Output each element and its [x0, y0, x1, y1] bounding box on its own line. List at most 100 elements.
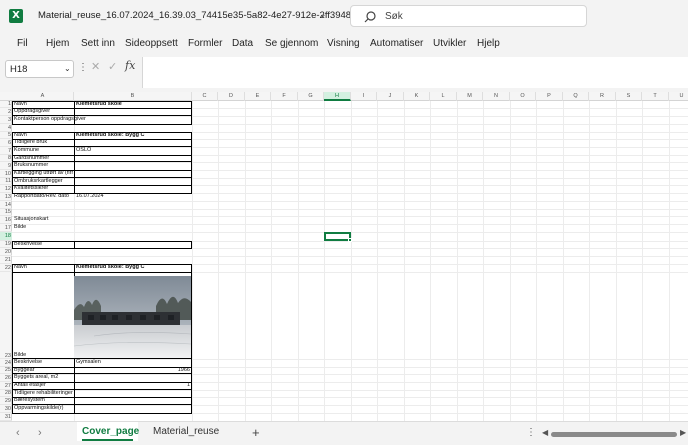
cell-a19[interactable]: Beskrivelse — [14, 241, 73, 248]
column-header[interactable]: N — [483, 92, 510, 101]
row-header[interactable]: 29 — [0, 397, 12, 405]
cell-b27[interactable]: 1 — [76, 382, 190, 389]
row-header[interactable]: 14 — [0, 201, 12, 209]
cell-b7[interactable]: OSLO — [76, 147, 190, 154]
column-header[interactable]: M — [457, 92, 483, 101]
row-header[interactable]: 7 — [0, 147, 12, 155]
cell-a1[interactable]: Navn — [14, 101, 73, 108]
cell-b24[interactable]: Gymsalen — [76, 359, 190, 366]
cell-a28[interactable]: Tidligere rehabiliteringer, år — [14, 390, 73, 397]
more-options-icon[interactable]: ⋮ — [78, 62, 88, 73]
cell-a8[interactable]: Gårdsnummer — [14, 155, 73, 162]
cell-b1[interactable]: Klemetsrud skole — [76, 101, 190, 108]
horizontal-scrollbar[interactable] — [551, 432, 677, 437]
column-header[interactable]: G — [298, 92, 324, 101]
column-header[interactable]: O — [510, 92, 536, 101]
column-header[interactable]: D — [218, 92, 245, 101]
cell-a26[interactable]: Byggets areal, m2 — [14, 374, 73, 381]
row-header[interactable]: 28 — [0, 390, 12, 397]
cell-a13[interactable]: Rapportdato/Rev. dato — [14, 193, 73, 200]
column-header[interactable]: F — [271, 92, 298, 101]
cancel-icon[interactable]: ✕ — [91, 60, 100, 73]
row-header[interactable]: 17 — [0, 224, 12, 232]
chevron-right-icon[interactable]: › — [38, 427, 42, 439]
row-header[interactable]: 15 — [0, 209, 12, 216]
row-header[interactable]: 12 — [0, 185, 12, 193]
cell-a30[interactable]: Oppvarmingskilde(r) — [14, 405, 73, 412]
cell-b5[interactable]: Klemetsrud skole: Bygg C — [76, 132, 190, 139]
sheet-tab-material-reuse[interactable]: Material_reuse — [153, 426, 219, 437]
building-photo[interactable] — [74, 276, 191, 358]
chevron-left-icon[interactable]: ‹ — [16, 427, 20, 439]
row-header[interactable]: 10 — [0, 170, 12, 178]
chevron-down-icon[interactable]: ⌄ — [64, 64, 71, 73]
row-header[interactable]: 31 — [0, 413, 12, 421]
fill-handle[interactable] — [348, 238, 352, 242]
cell-a9[interactable]: Bruksnummer — [14, 162, 73, 169]
row-header[interactable]: 2 — [0, 108, 12, 116]
menu-sideoppsett[interactable]: Sideoppsett — [125, 38, 178, 49]
worksheet-grid[interactable]: A B C D E F G H I J K L M N O P Q R S T … — [0, 92, 688, 421]
active-cell-h18[interactable] — [324, 232, 351, 241]
row-header[interactable]: 16 — [0, 216, 12, 224]
cell-a23[interactable]: Bilde — [14, 352, 73, 359]
menu-hjem[interactable]: Hjem — [46, 38, 69, 49]
menu-hjelp[interactable]: Hjelp — [477, 38, 500, 49]
cell-a29[interactable]: Bæresystem — [14, 397, 73, 404]
scroll-right-icon[interactable]: ▶ — [680, 428, 686, 437]
column-header[interactable]: T — [642, 92, 669, 101]
check-icon[interactable]: ✓ — [108, 60, 117, 73]
menu-fil[interactable]: Fil — [17, 38, 28, 49]
column-header[interactable]: K — [404, 92, 430, 101]
row-header[interactable]: 20 — [0, 248, 12, 256]
menu-automatiser[interactable]: Automatiser — [370, 38, 423, 49]
cell-a25[interactable]: Byggeår — [14, 367, 73, 374]
row-header[interactable]: 22 — [0, 264, 12, 272]
chevron-down-icon[interactable]: ⌄ — [319, 9, 327, 20]
add-sheet-icon[interactable]: + — [252, 425, 260, 440]
search-box[interactable]: Søk — [350, 5, 587, 27]
menu-visning[interactable]: Visning — [327, 38, 360, 49]
column-header[interactable]: R — [589, 92, 616, 101]
fx-icon[interactable]: fx — [125, 59, 135, 72]
row-header[interactable]: 27 — [0, 382, 12, 390]
cell-a5[interactable]: Navn — [14, 132, 73, 139]
column-header[interactable]: J — [377, 92, 404, 101]
row-header[interactable]: 11 — [0, 178, 12, 185]
row-header[interactable]: 19 — [0, 241, 12, 248]
column-header[interactable]: A — [12, 92, 74, 101]
column-header[interactable]: S — [616, 92, 642, 101]
cell-a27[interactable]: Antall etasjer — [14, 382, 73, 389]
cell-b22[interactable]: Klemetsrud skole: Bygg C — [76, 264, 190, 271]
name-box[interactable]: H18 ⌄ — [5, 60, 74, 78]
row-header[interactable]: 30 — [0, 405, 12, 413]
row-header[interactable]: 21 — [0, 256, 12, 264]
cell-a3[interactable]: Kontaktperson oppdragsgiver — [14, 116, 114, 123]
row-header[interactable]: 25 — [0, 367, 12, 374]
row-header[interactable]: 3 — [0, 116, 12, 124]
cell-b25[interactable]: 1966 — [76, 367, 190, 374]
scroll-left-icon[interactable]: ◀ — [542, 428, 548, 437]
row-header[interactable]: 13 — [0, 193, 12, 201]
row-header[interactable]: 1 — [0, 101, 12, 108]
row-header[interactable]: 24 — [0, 359, 12, 367]
menu-formler[interactable]: Formler — [188, 38, 222, 49]
cell-a17[interactable]: Bilde — [14, 224, 73, 231]
menu-utvikler[interactable]: Utvikler — [433, 38, 466, 49]
column-header[interactable]: B — [74, 92, 192, 101]
cell-a24[interactable]: Beskrivelse — [14, 359, 73, 366]
cell-a16[interactable]: Situasjonskart — [14, 216, 73, 223]
column-header[interactable]: U — [669, 92, 688, 101]
column-header[interactable]: E — [245, 92, 271, 101]
cell-a6[interactable]: Tidligere bruk — [14, 139, 73, 146]
row-header[interactable]: 8 — [0, 155, 12, 162]
column-header[interactable]: P — [536, 92, 563, 101]
row-header-selected[interactable]: 18 — [0, 232, 12, 241]
more-options-icon[interactable]: ⋮ — [526, 427, 536, 438]
cell-b13[interactable]: 16.07.2024 — [76, 193, 190, 200]
menu-sett-inn[interactable]: Sett inn — [81, 38, 115, 49]
row-header[interactable]: 23 — [0, 272, 12, 359]
row-header[interactable]: 5 — [0, 132, 12, 139]
row-header[interactable]: 9 — [0, 162, 12, 170]
cell-a11[interactable]: Ombruksrkartlegger — [14, 178, 73, 185]
